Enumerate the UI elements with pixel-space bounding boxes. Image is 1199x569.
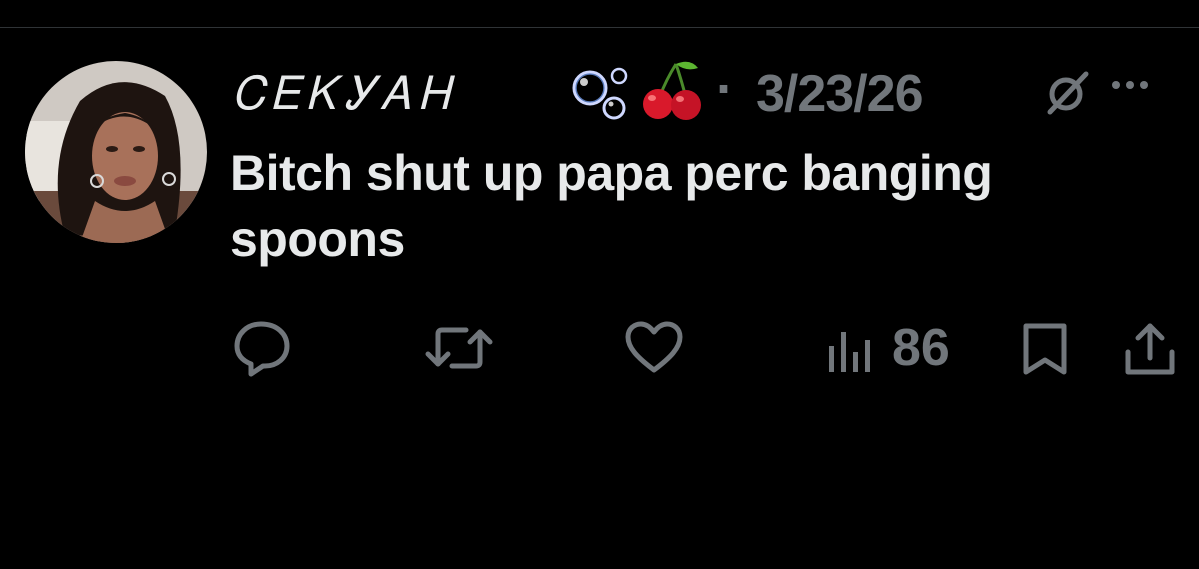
analytics-icon[interactable] [826,326,876,379]
avatar[interactable] [25,61,207,243]
bubbles-icon [570,66,632,127]
retweet-icon[interactable] [424,318,494,383]
views-count: 86 [892,319,950,377]
tweet-header: ᏟᎬᏦᎩᎪᎻ · 3/23/26 [232,59,1172,127]
share-icon[interactable] [1122,320,1178,383]
bookmark-icon[interactable] [1020,320,1070,383]
cherries-icon [640,60,704,127]
display-name[interactable]: ᏟᎬᏦᎩᎪᎻ [232,66,455,122]
top-divider [0,27,1199,28]
more-options-icon[interactable] [1110,78,1150,97]
heart-icon[interactable] [624,318,684,383]
reply-icon[interactable] [231,318,293,383]
tweet-text: Bitch shut up papa perc banging spoons [230,145,993,267]
tweet-date[interactable]: 3/23/26 [756,64,923,124]
separator: · [716,59,734,119]
grok-icon[interactable] [1044,70,1090,121]
